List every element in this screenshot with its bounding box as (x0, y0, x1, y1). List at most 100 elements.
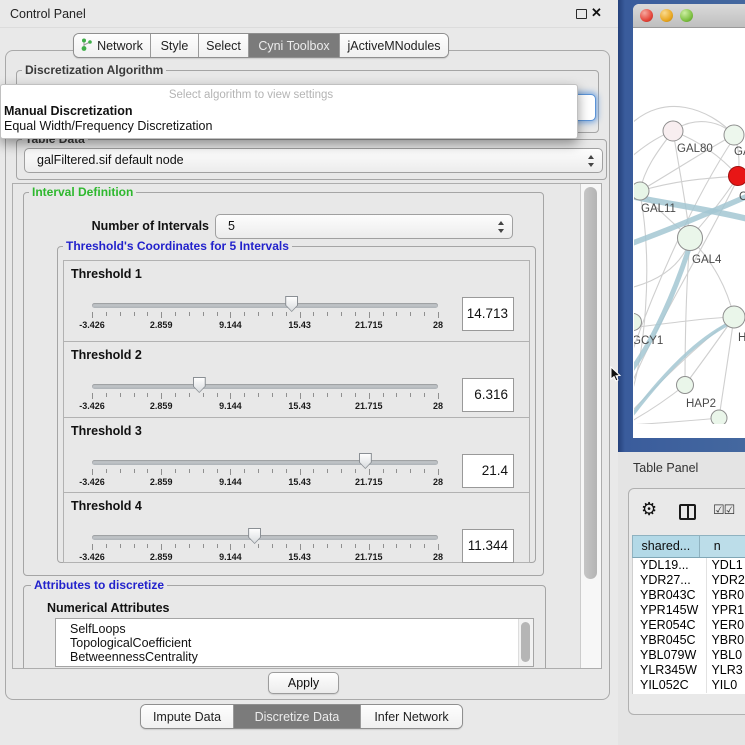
table-row[interactable]: YPR145WYPR1 (633, 603, 745, 618)
slider-tick-label: 28 (433, 477, 443, 487)
svg-text:GAL11: GAL11 (641, 203, 676, 215)
attributes-list-scrollbar[interactable] (518, 619, 533, 666)
slider-tick (175, 312, 176, 316)
close-traffic-icon[interactable] (640, 9, 653, 22)
tab-style[interactable]: Style (150, 34, 198, 57)
zoom-traffic-icon[interactable] (680, 9, 693, 22)
slider-tick (369, 469, 370, 475)
slider-tick (230, 312, 231, 318)
table-row[interactable]: YBR045CYBR0 (633, 633, 745, 648)
threshold-value-field[interactable]: 21.4 (462, 454, 514, 488)
table-row[interactable]: YLR345WYLR3 (633, 663, 745, 678)
tab-network[interactable]: Network (74, 34, 150, 57)
svg-text:GA: GA (734, 146, 745, 158)
network-canvas[interactable]: GAL80GAL11GAL4GCY1HAP2GACH (634, 28, 745, 424)
top-tab-bar: NetworkStyleSelectCyni ToolboxjActiveMNo… (73, 33, 449, 58)
slider-tick (134, 393, 135, 397)
slider-tick (106, 393, 107, 397)
slider-tick-label: 9.144 (219, 552, 242, 562)
table-row[interactable]: YDR27...YDR2 (633, 573, 745, 588)
column-header-name[interactable]: n (699, 536, 745, 557)
thresholds-group-label: Threshold's Coordinates for 5 Intervals (63, 240, 292, 253)
slider-tick (217, 393, 218, 397)
slider-tick (438, 393, 439, 399)
network-view-frame[interactable]: GAL80GAL11GAL4GCY1HAP2GACH (618, 0, 745, 452)
slider-tick (258, 312, 259, 316)
slider-tick (300, 393, 301, 399)
slider-tick (369, 544, 370, 550)
table-row[interactable]: YBR043CYBR0 (633, 588, 745, 603)
table-row[interactable]: YIL052CYIL0 (633, 678, 745, 693)
number-of-intervals-combo[interactable]: 5 (215, 214, 513, 239)
tab-infer-network[interactable]: Infer Network (360, 705, 462, 728)
slider-thumb[interactable] (285, 296, 298, 312)
bottom-tab-bar: Impute DataDiscretize DataInfer Network (140, 704, 463, 729)
columns-icon[interactable] (679, 504, 696, 520)
slider-tick (203, 544, 204, 548)
gear-icon[interactable]: ⚙ (641, 500, 657, 518)
threshold-box-4: Threshold 4-3.4262.8599.14415.4321.71528… (63, 492, 530, 563)
slider-thumb[interactable] (193, 377, 206, 393)
slider-tick (410, 312, 411, 316)
table-row[interactable]: YER054CYER0 (633, 618, 745, 633)
float-window-icon[interactable] (576, 9, 587, 19)
tab-discretize-data[interactable]: Discretize Data (233, 705, 360, 728)
combo-stepper-icon (588, 155, 595, 167)
slider-tick (410, 393, 411, 397)
close-icon[interactable]: ✕ (591, 5, 602, 21)
slider-thumb[interactable] (248, 528, 261, 544)
network-window-titlebar (633, 4, 745, 28)
checkbox-icons[interactable]: ☑☑ (713, 502, 734, 518)
slider-tick (175, 393, 176, 397)
slider-tick (341, 469, 342, 473)
network-node-1 (724, 125, 744, 145)
column-header-shared[interactable]: shared... (633, 536, 699, 557)
slider-tick-label: 9.144 (219, 401, 242, 411)
slider-tick (244, 312, 245, 316)
slider-tick (383, 544, 384, 548)
slider-tick (327, 312, 328, 316)
slider-tick (230, 393, 231, 399)
slider-tick (203, 312, 204, 316)
slider-tick (300, 544, 301, 550)
attribute-item[interactable]: BetweennessCentrality (56, 650, 533, 664)
table-row[interactable]: YDL19...YDL1 (633, 558, 745, 573)
scrollbar-thumb[interactable] (584, 187, 597, 579)
network-node-6 (723, 306, 745, 328)
slider-tick (244, 544, 245, 548)
popup-item-manual-discretization[interactable]: Manual Discretization (4, 104, 133, 118)
slider-tick-label: 15.43 (288, 320, 311, 330)
slider-track[interactable] (92, 535, 438, 540)
slider-tick (438, 544, 439, 550)
slider-tick (383, 393, 384, 397)
threshold-value-field[interactable]: 11.344 (462, 529, 514, 563)
tab-select[interactable]: Select (198, 34, 248, 57)
threshold-value-field[interactable]: 6.316 (462, 378, 514, 412)
slider-track[interactable] (92, 303, 438, 308)
minimize-traffic-icon[interactable] (660, 9, 673, 22)
threshold-value-field[interactable]: 14.713 (462, 297, 514, 331)
numerical-attributes-list[interactable]: SelfLoopsTopologicalCoefficientBetweenne… (55, 618, 534, 667)
slider-track[interactable] (92, 384, 438, 389)
slider-tick (369, 312, 370, 318)
mouse-cursor (610, 366, 622, 383)
tab-impute-data[interactable]: Impute Data (141, 705, 233, 728)
slider-tick (120, 469, 121, 473)
slider-tick (92, 393, 93, 399)
slider-tick (189, 469, 190, 473)
slider-track[interactable] (92, 460, 438, 465)
settings-vertical-scrollbar[interactable] (580, 184, 602, 668)
slider-thumb[interactable] (359, 453, 372, 469)
slider-tick (286, 312, 287, 316)
slider-tick (327, 544, 328, 548)
attribute-item[interactable]: SelfLoops (56, 622, 533, 636)
apply-button[interactable]: Apply (268, 672, 339, 694)
svg-text:GAL4: GAL4 (692, 254, 722, 266)
attribute-item[interactable]: TopologicalCoefficient (56, 636, 533, 650)
slider-tick (396, 393, 397, 397)
popup-item-equal-width[interactable]: Equal Width/Frequency Discretization (4, 119, 212, 133)
tab-cyni-toolbox[interactable]: Cyni Toolbox (248, 34, 339, 57)
tab-jactivemnodules[interactable]: jActiveMNodules (339, 34, 448, 57)
table-data-combo[interactable]: galFiltered.sif default node (24, 148, 603, 173)
table-row[interactable]: YBL079WYBL0 (633, 648, 745, 663)
